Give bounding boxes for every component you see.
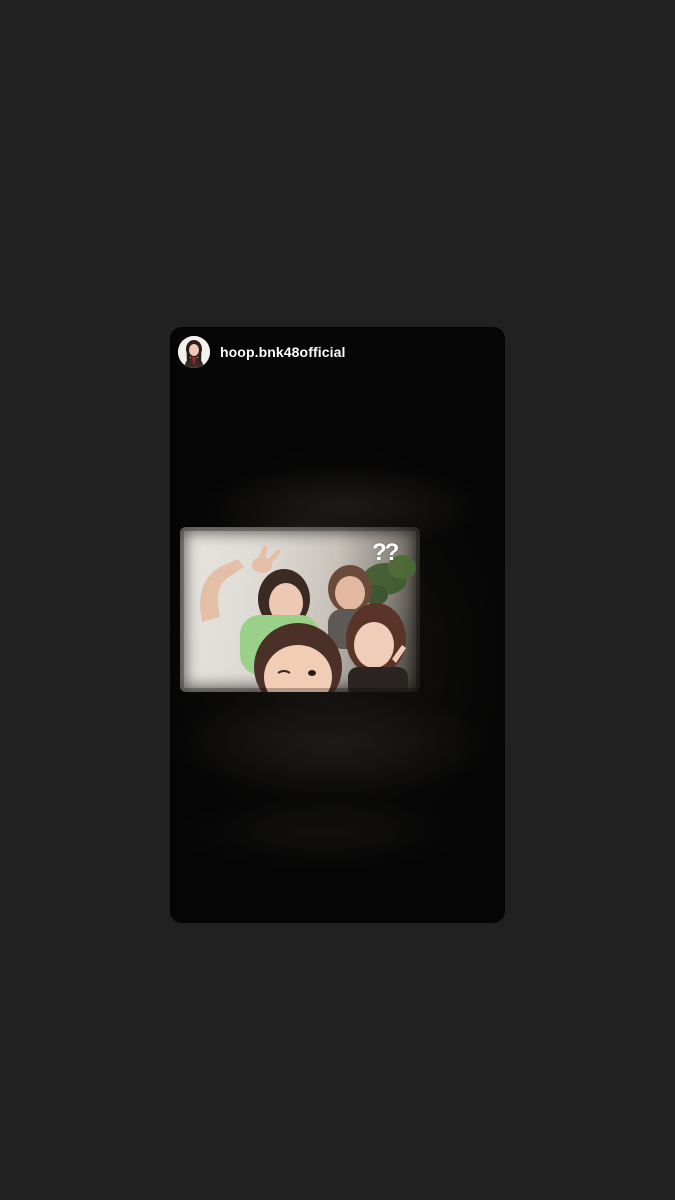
story-media: ?? [170,327,505,923]
story-page: ?? hoop.bnk48official [0,0,675,1200]
person-front-right [346,603,408,692]
question-marks-sticker: ?? [372,539,399,566]
avatar-image [178,336,210,368]
story-header[interactable]: hoop.bnk48official [178,336,345,368]
profile-avatar-icon[interactable] [178,336,210,368]
username-label[interactable]: hoop.bnk48official [220,344,345,360]
story-card[interactable]: ?? hoop.bnk48official [170,327,505,923]
viewfinder-photo: ?? [180,527,420,692]
